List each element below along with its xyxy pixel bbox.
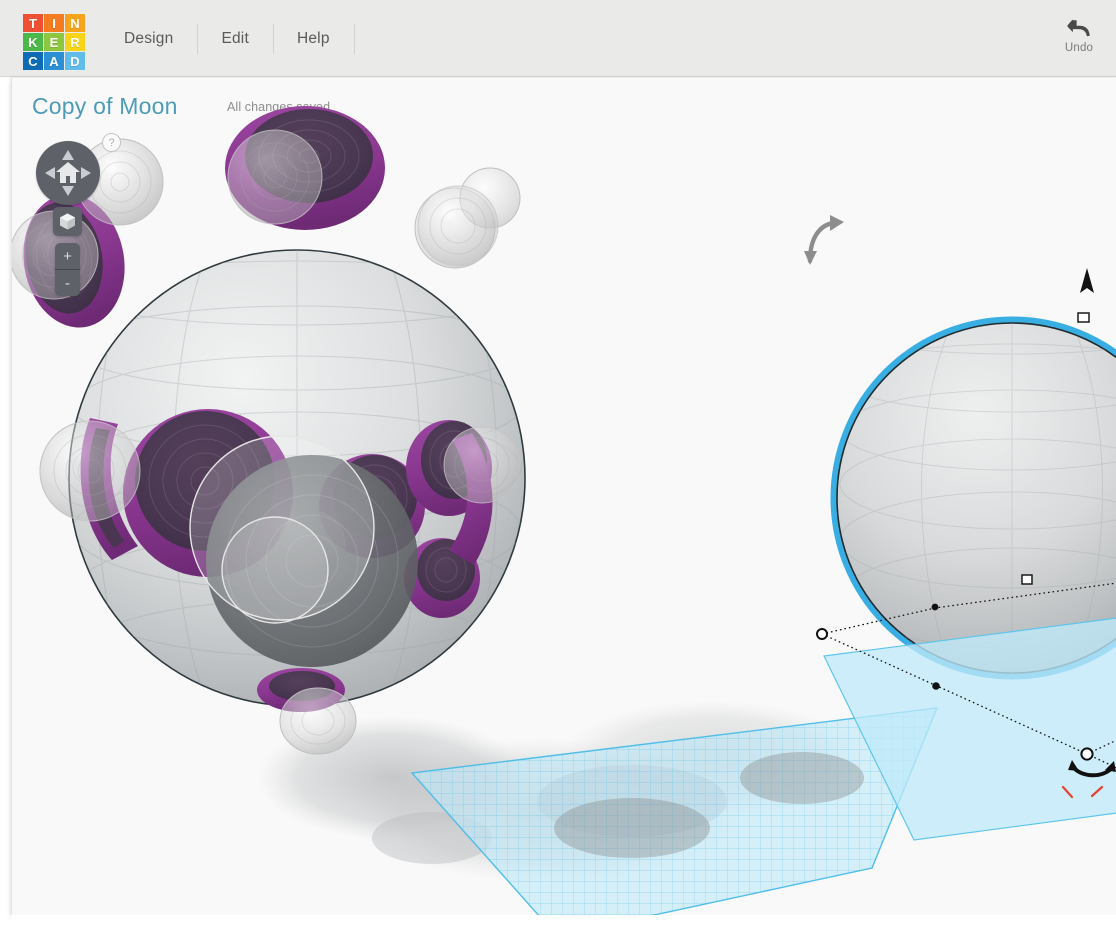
tinkercad-editor: T I N K E R C A D Design Edit Help Undo …	[0, 0, 1116, 930]
bbox-corner-handle-front[interactable]	[1080, 747, 1094, 761]
undo-button[interactable]: Undo	[1052, 8, 1106, 62]
bbox-midpoint-handle-top[interactable]	[931, 603, 939, 611]
bbox-corner-handle-left[interactable]	[816, 628, 828, 640]
logo-tile-k: K	[23, 33, 43, 51]
undo-arrow-icon	[1067, 18, 1090, 36]
tinkercad-logo[interactable]: T I N K E R C A D	[23, 14, 85, 70]
view-navigation-disc[interactable]	[36, 141, 100, 205]
logo-tile-r: R	[65, 33, 85, 51]
zoom-in-button[interactable]: +	[55, 243, 80, 269]
triangle-down-icon[interactable]	[62, 186, 74, 196]
surface-handle[interactable]	[1021, 574, 1033, 585]
triangle-right-icon[interactable]	[81, 167, 91, 179]
logo-tile-e: E	[44, 33, 64, 51]
bbox-midpoint-handle-front[interactable]	[932, 682, 940, 690]
logo-tile-t: T	[23, 14, 43, 32]
hole-preview-bottom	[279, 687, 357, 755]
menu-divider	[353, 23, 355, 54]
hole-preview-outline-small	[221, 516, 329, 624]
rotate-handle-icon[interactable]	[804, 215, 844, 265]
triangle-left-icon[interactable]	[45, 167, 55, 179]
canvas-panel[interactable]: Copy of Moon All changes saved ? + -	[11, 77, 1116, 915]
menu-item-edit[interactable]: Edit	[197, 23, 273, 54]
logo-tile-a: A	[44, 52, 64, 70]
undo-label: Undo	[1064, 41, 1094, 54]
menu-item-help[interactable]: Help	[272, 23, 354, 54]
menu-item-design[interactable]: Design	[100, 24, 197, 54]
help-badge-icon[interactable]: ?	[102, 133, 121, 152]
cube-icon	[60, 213, 75, 230]
zoom-controls[interactable]: + -	[55, 243, 80, 296]
logo-tile-i: I	[44, 14, 64, 32]
home-icon[interactable]	[56, 162, 80, 183]
logo-tile-c: C	[23, 52, 43, 70]
fit-view-cube-button[interactable]	[53, 207, 82, 236]
selected-object-group[interactable]	[830, 268, 1116, 680]
height-handle-cone-icon[interactable]	[1080, 268, 1094, 293]
3d-viewport[interactable]	[12, 78, 1116, 915]
top-header-bar: T I N K E R C A D Design Edit Help Undo	[0, 0, 1116, 77]
logo-tile-d: D	[65, 52, 85, 70]
canvas-bottom-strip	[11, 915, 1116, 930]
scale-handle-top[interactable]	[1077, 312, 1090, 323]
main-menu: Design Edit Help	[100, 0, 355, 77]
triangle-up-icon[interactable]	[62, 150, 74, 160]
zoom-out-button[interactable]: -	[55, 270, 80, 296]
logo-tile-n: N	[65, 14, 85, 32]
